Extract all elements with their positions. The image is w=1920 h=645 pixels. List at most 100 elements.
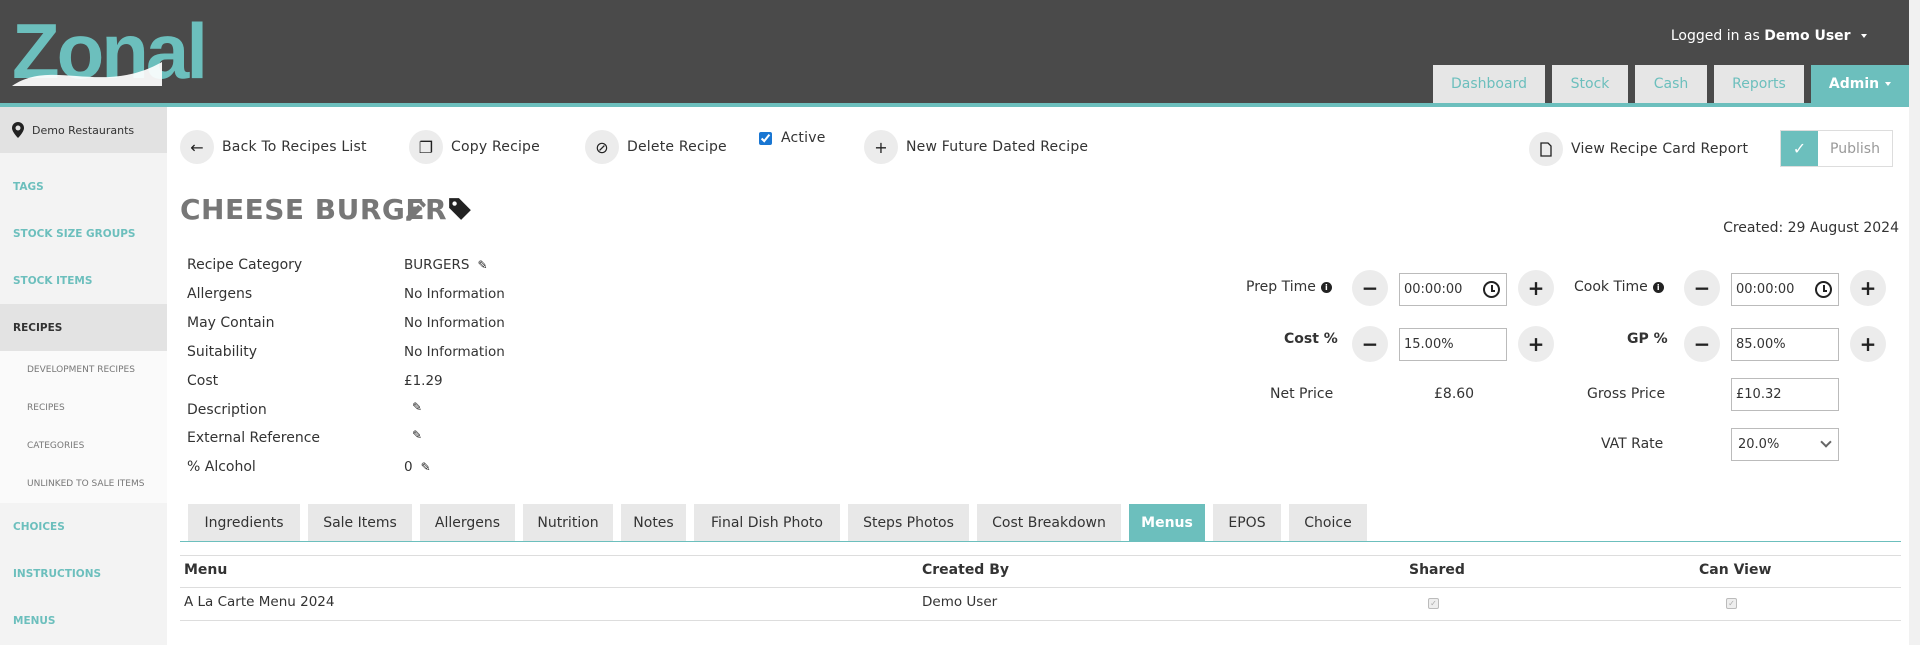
can-view-checkbox: ✓	[1726, 598, 1737, 609]
tab-menus[interactable]: Menus	[1129, 504, 1205, 541]
clock-icon	[1815, 281, 1832, 298]
location-name: Demo Restaurants	[32, 123, 135, 137]
sidebar-item-stock-size-groups[interactable]: STOCK SIZE GROUPS	[0, 210, 167, 257]
cook-time-decrement[interactable]: −	[1684, 270, 1720, 306]
vat-rate-select[interactable]: 20.0%	[1731, 428, 1839, 461]
nav-dashboard[interactable]: Dashboard	[1433, 65, 1545, 103]
detail-value-recipe-category: BURGERS ✎	[404, 257, 488, 273]
active-toggle: Active	[759, 130, 826, 146]
detail-label-cost: Cost	[187, 373, 219, 389]
info-icon[interactable]: i	[1652, 281, 1664, 293]
caret-down-icon	[1885, 82, 1892, 86]
pencil-icon[interactable]	[403, 198, 429, 224]
sidebar-item-menus[interactable]: MENUS	[0, 597, 167, 644]
cell-menu-name[interactable]: A La Carte Menu 2024	[184, 594, 334, 610]
scrollbar[interactable]	[1909, 0, 1920, 645]
tab-allergens[interactable]: Allergens	[420, 504, 515, 541]
pencil-icon[interactable]: ✎	[412, 400, 422, 414]
tab-notes[interactable]: Notes	[621, 504, 686, 541]
sidebar-subitem-recipes[interactable]: RECIPES	[0, 389, 167, 427]
nav-cash[interactable]: Cash	[1635, 65, 1707, 103]
back-to-recipes-label: Back To Recipes List	[222, 139, 367, 155]
detail-label-external-reference: External Reference	[187, 430, 321, 446]
publish-label: Publish	[1830, 140, 1880, 157]
tab-ingredients[interactable]: Ingredients	[188, 504, 300, 541]
table-top-border	[180, 555, 1901, 556]
top-nav: Dashboard Stock Cash Reports Admin	[1433, 65, 1909, 103]
sidebar-subitem-categories[interactable]: CATEGORIES	[0, 427, 167, 465]
sidebar-item-recipes[interactable]: RECIPES	[0, 304, 167, 351]
tab-steps-photos[interactable]: Steps Photos	[848, 504, 969, 541]
column-header-created-by[interactable]: Created By	[922, 562, 1009, 578]
tag-icon[interactable]	[447, 196, 473, 222]
nav-admin[interactable]: Admin	[1811, 65, 1909, 103]
location-selector[interactable]: Demo Restaurants	[0, 107, 167, 153]
detail-label-suitability: Suitability	[187, 344, 258, 360]
sidebar-item-stock-items[interactable]: STOCK ITEMS	[0, 257, 167, 304]
gp-pct-label: GP %	[1627, 331, 1668, 347]
delete-recipe-label: Delete Recipe	[627, 139, 727, 155]
cook-time-input[interactable]: 00:00:00	[1731, 273, 1839, 306]
copy-recipe-button[interactable]: ❐ Copy Recipe	[409, 130, 540, 164]
detail-value-suitability: No Information	[404, 344, 505, 360]
copy-recipe-label: Copy Recipe	[451, 139, 540, 155]
minus-icon: −	[1361, 276, 1379, 300]
file-icon	[1529, 132, 1563, 166]
tab-epos[interactable]: EPOS	[1213, 504, 1281, 541]
sidebar-item-instructions[interactable]: INSTRUCTIONS	[0, 550, 167, 597]
tab-nutrition[interactable]: Nutrition	[523, 504, 613, 541]
pencil-icon[interactable]: ✎	[421, 460, 431, 474]
cost-pct-decrement[interactable]: −	[1352, 326, 1388, 362]
sidebar: Demo Restaurants TAGS STOCK SIZE GROUPS …	[0, 107, 167, 645]
sidebar-subitem-development-recipes[interactable]: DEVELOPMENT RECIPES	[0, 351, 167, 389]
column-header-can-view[interactable]: Can View	[1699, 562, 1771, 578]
minus-icon: −	[1693, 276, 1711, 300]
tab-final-dish-photo[interactable]: Final Dish Photo	[694, 504, 840, 541]
sidebar-item-tags[interactable]: TAGS	[0, 163, 167, 210]
detail-label-description: Description	[187, 402, 267, 418]
publish-toggle[interactable]: ✓ Publish	[1780, 130, 1893, 167]
detail-value-cost: £1.29	[404, 373, 443, 389]
detail-value-may-contain: No Information	[404, 315, 505, 331]
gp-pct-input[interactable]: 85.00%	[1731, 328, 1839, 361]
tab-sale-items[interactable]: Sale Items	[308, 504, 412, 541]
table-row-border	[180, 587, 1901, 588]
column-header-shared[interactable]: Shared	[1409, 562, 1465, 578]
zonal-logo[interactable]: Zonal	[12, 18, 218, 86]
cost-pct-input[interactable]: 15.00%	[1399, 328, 1507, 361]
detail-label-allergens: Allergens	[187, 286, 253, 302]
gp-pct-increment[interactable]: +	[1850, 326, 1886, 362]
prep-time-input[interactable]: 00:00:00	[1399, 273, 1507, 306]
cook-time-label: Cook Time i	[1574, 279, 1664, 295]
active-checkbox[interactable]	[759, 131, 772, 145]
prep-time-label: Prep Time i	[1246, 279, 1332, 295]
cook-time-value: 00:00:00	[1736, 282, 1795, 297]
gp-pct-decrement[interactable]: −	[1684, 326, 1720, 362]
gross-price-input[interactable]: £10.32	[1731, 378, 1839, 411]
sidebar-subitem-unlinked-to-sale-items[interactable]: UNLINKED TO SALE ITEMS	[0, 465, 167, 503]
pencil-icon[interactable]: ✎	[412, 428, 422, 442]
nav-stock[interactable]: Stock	[1552, 65, 1628, 103]
tab-choice[interactable]: Choice	[1289, 504, 1367, 541]
detail-value-alcohol: 0 ✎	[404, 459, 431, 475]
tab-cost-breakdown[interactable]: Cost Breakdown	[977, 504, 1121, 541]
info-icon[interactable]: i	[1320, 281, 1332, 293]
delete-recipe-button[interactable]: ⊘ Delete Recipe	[585, 130, 727, 164]
cook-time-increment[interactable]: +	[1850, 270, 1886, 306]
cost-pct-increment[interactable]: +	[1518, 326, 1554, 362]
sidebar-item-choices[interactable]: CHOICES	[0, 503, 167, 550]
column-header-menu[interactable]: Menu	[184, 562, 227, 578]
prep-time-increment[interactable]: +	[1518, 270, 1554, 306]
back-to-recipes-button[interactable]: ← Back To Recipes List	[180, 130, 367, 164]
view-recipe-card-report-button[interactable]: View Recipe Card Report	[1529, 132, 1748, 166]
pencil-icon[interactable]: ✎	[477, 258, 487, 272]
plus-icon: +	[1527, 276, 1545, 300]
user-prefix: Logged in as	[1670, 28, 1760, 44]
prep-time-decrement[interactable]: −	[1352, 270, 1388, 306]
user-menu[interactable]: Logged in as Demo User	[1671, 28, 1867, 44]
created-date: Created: 29 August 2024	[1723, 220, 1899, 236]
nav-reports[interactable]: Reports	[1714, 65, 1804, 103]
chevron-down-icon	[1820, 436, 1832, 448]
detail-value-description: ✎	[404, 400, 422, 414]
new-future-dated-recipe-button[interactable]: + New Future Dated Recipe	[864, 130, 1088, 164]
